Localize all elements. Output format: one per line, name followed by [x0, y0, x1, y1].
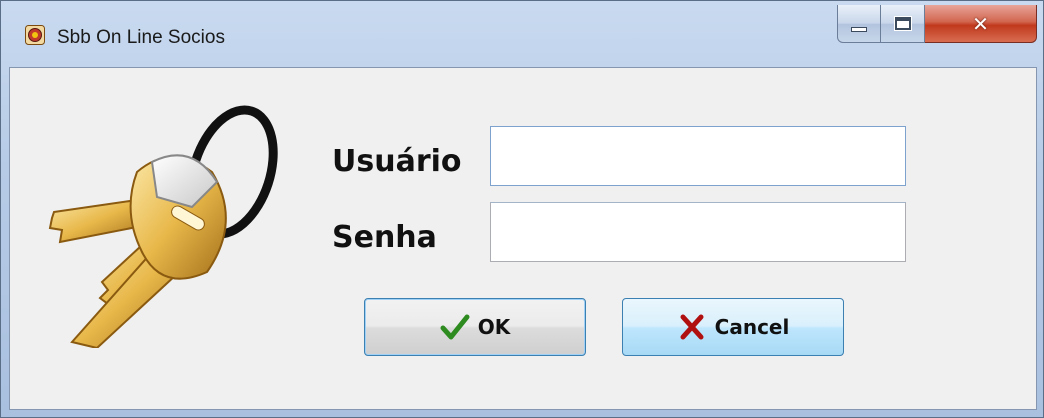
minimize-icon [851, 27, 867, 32]
ok-button[interactable]: OK [364, 298, 586, 356]
maximize-button[interactable] [881, 5, 925, 43]
title-bar[interactable]: Sbb On Line Socios ✕ [1, 1, 1044, 67]
maximize-icon [894, 17, 911, 30]
cancel-button[interactable]: Cancel [622, 298, 844, 356]
login-form: Usuário Senha OK Cancel [9, 67, 1037, 410]
window-title: Sbb On Line Socios [57, 27, 225, 48]
cancel-label: Cancel [714, 315, 790, 339]
keys-icon [48, 105, 278, 348]
x-icon [680, 314, 704, 340]
ok-label: OK [477, 315, 511, 339]
login-window: Sbb On Line Socios ✕ Usuário Senha OK Ca… [0, 0, 1044, 418]
checkmark-icon [440, 314, 470, 340]
password-input[interactable] [490, 202, 906, 262]
app-icon [25, 25, 45, 45]
close-icon: ✕ [972, 11, 989, 36]
minimize-button[interactable] [837, 5, 881, 43]
password-label: Senha [332, 220, 437, 255]
username-label: Usuário [332, 144, 462, 179]
close-button[interactable]: ✕ [925, 5, 1037, 43]
username-input[interactable] [490, 126, 906, 186]
